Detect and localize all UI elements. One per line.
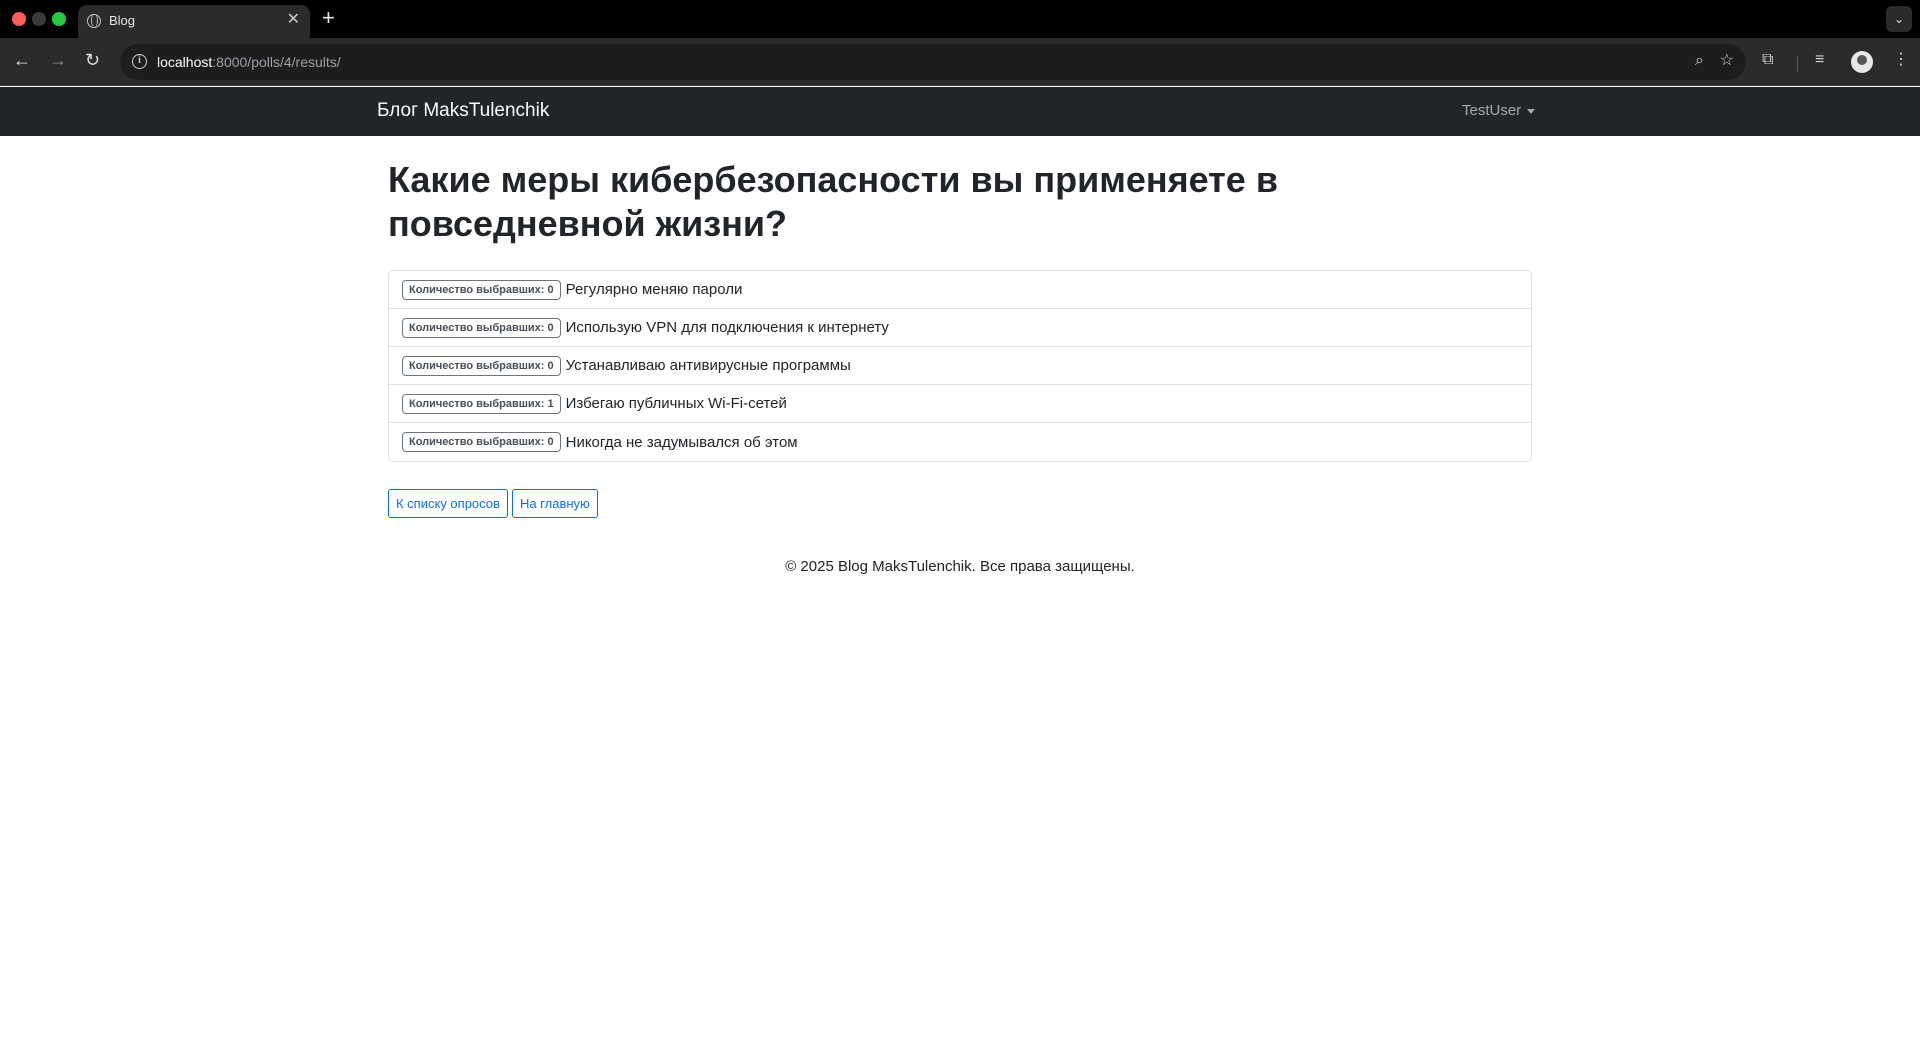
tab-search-chevron-icon[interactable]: ⌄ — [1886, 6, 1912, 32]
poll-result-item: Количество выбравших: 1 Избегаю публичны… — [389, 385, 1531, 423]
vote-count-badge: Количество выбравших: 1 — [402, 393, 561, 414]
address-bar[interactable]: i localhost:8000/polls/4/results/ ⌕ ☆ — [120, 44, 1746, 80]
forward-arrow-icon[interactable]: → — [49, 50, 67, 70]
poll-result-item: Количество выбравших: 0 Устанавливаю ант… — [389, 347, 1531, 385]
choice-text: Использую VPN для подключения к интернет… — [565, 319, 889, 336]
browser-toolbar: ← → ↻ i localhost:8000/polls/4/results/ … — [0, 38, 1920, 86]
poll-question-title: Какие меры кибербезопасности вы применяе… — [388, 159, 1278, 244]
poll-result-item: Количество выбравших: 0 Регулярно меняю … — [389, 271, 1531, 309]
browser-tab-strip: Blog ✕ + ⌄ — [0, 0, 1920, 38]
reload-icon[interactable]: ↻ — [85, 50, 100, 70]
vote-count-badge: Количество выбравших: 0 — [402, 317, 561, 338]
vote-count-badge: Количество выбравших: 0 — [402, 279, 561, 300]
url-host: localhost — [157, 54, 213, 70]
polls-list-button[interactable]: К списку опросов — [388, 489, 508, 518]
choice-text: Устанавливаю антивирусные программы — [565, 357, 851, 374]
vote-count-badge: Количество выбравших: 0 — [402, 355, 561, 376]
close-window-button[interactable] — [12, 12, 26, 26]
caret-down-icon — [1527, 108, 1536, 114]
extensions-puzzle-icon[interactable]: ⧉ — [1762, 51, 1773, 69]
poll-result-item: Количество выбравших: 0 Использую VPN дл… — [389, 309, 1531, 347]
minimize-window-button[interactable] — [32, 12, 46, 26]
vote-count-badge: Количество выбравших: 0 — [402, 432, 561, 452]
poll-results-list: Количество выбравших: 0 Регулярно меняю … — [388, 270, 1532, 462]
site-brand-link[interactable]: Блог MaksTulenchik — [377, 100, 549, 122]
toolbar-divider — [1797, 56, 1798, 72]
url-path: :8000/polls/4/results/ — [212, 54, 341, 70]
choice-text: Никогда не задумывался об этом — [565, 433, 798, 451]
choice-text: Избегаю публичных Wi-Fi-сетей — [565, 395, 787, 412]
site-navbar: Блог MaksTulenchik TestUser — [0, 87, 1920, 136]
media-controls-icon[interactable]: ≡ — [1815, 51, 1824, 69]
globe-icon — [87, 14, 101, 28]
back-arrow-icon[interactable]: ← — [13, 50, 31, 70]
user-name: TestUser — [1462, 102, 1522, 119]
new-tab-plus-icon[interactable]: + — [322, 6, 335, 30]
choice-text: Регулярно меняю пароли — [565, 281, 743, 298]
action-buttons: К списку опросов На главную — [388, 489, 1532, 518]
site-info-icon[interactable]: i — [132, 54, 147, 69]
bookmark-star-icon[interactable]: ☆ — [1720, 52, 1734, 70]
browser-tab[interactable]: Blog ✕ — [78, 5, 310, 38]
home-button[interactable]: На главную — [511, 489, 598, 518]
zoom-icon[interactable]: ⌕ — [1695, 52, 1704, 70]
maximize-window-button[interactable] — [52, 12, 66, 26]
page-footer: © 2025 Blog MaksTulenchik. Все права защ… — [785, 558, 1135, 575]
profile-avatar-icon[interactable] — [1851, 51, 1873, 73]
tab-title: Blog — [109, 13, 136, 28]
url-text[interactable]: localhost:8000/polls/4/results/ — [157, 54, 341, 70]
poll-result-item: Количество выбравших: 0 Никогда не задум… — [389, 423, 1531, 461]
tab-close-icon[interactable]: ✕ — [287, 11, 300, 29]
main-content: Какие меры кибербезопасности вы применяе… — [388, 136, 1532, 518]
browser-menu-kebab-icon[interactable]: ⋮ — [1893, 51, 1909, 69]
user-dropdown[interactable]: TestUser — [1462, 102, 1536, 119]
